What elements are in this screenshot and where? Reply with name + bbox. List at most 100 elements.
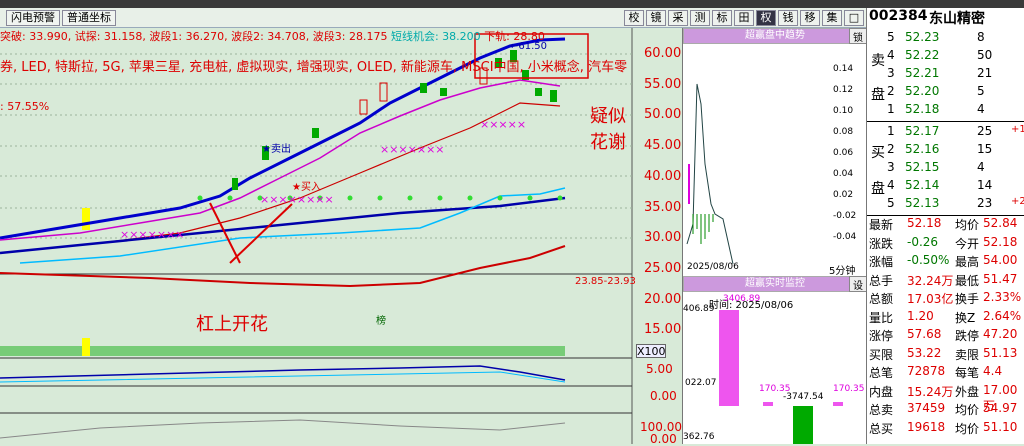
ask-row: 3 52.21 21 bbox=[867, 66, 1024, 84]
stat-label: 今开 bbox=[955, 236, 980, 251]
sub-axis-1: 5.00 bbox=[646, 362, 673, 376]
stat-value: 47.20 bbox=[983, 327, 1018, 341]
bid-price: 52.17 bbox=[905, 124, 940, 138]
price-tick: 25.00 bbox=[644, 260, 682, 276]
ask-volume: 50 bbox=[977, 48, 993, 62]
toolbar-tab-9[interactable]: 集 bbox=[822, 10, 842, 26]
toolbar-tab-0[interactable]: 校 bbox=[624, 10, 644, 26]
bid-change: +2 bbox=[1011, 196, 1024, 207]
ask-volume: 21 bbox=[977, 66, 993, 80]
buy-mark: ★买入 bbox=[292, 182, 321, 193]
stat-row: 总笔 72878 每笔 4.4 bbox=[867, 364, 1024, 382]
stat-value: 57.68 bbox=[907, 327, 942, 341]
trend-tick: -0.04 bbox=[833, 232, 857, 242]
toolbar-tab-2[interactable]: 采 bbox=[668, 10, 688, 26]
price-tick: 30.00 bbox=[644, 230, 682, 246]
toolbar-tab-5[interactable]: 田 bbox=[734, 10, 754, 26]
stat-value: 15.24万 bbox=[907, 384, 954, 399]
lock-button[interactable]: 锁 bbox=[849, 28, 867, 44]
coordinate-button[interactable]: 普通坐标 bbox=[62, 10, 116, 26]
stat-label: 跌停 bbox=[955, 329, 980, 343]
stat-value: 37459 bbox=[907, 401, 946, 415]
bid-price: 52.16 bbox=[905, 142, 940, 156]
stat-value: 2.64% bbox=[983, 308, 1022, 323]
ask-row: 1 52.18 4 bbox=[867, 102, 1024, 120]
svg-text:×××××××: ××××××× bbox=[380, 143, 445, 156]
suspected-wither-note: 疑似花谢 bbox=[590, 106, 626, 153]
stat-label: 卖限 bbox=[955, 347, 980, 362]
stat-label: 总买 bbox=[869, 421, 894, 436]
stat-value: -0.26 bbox=[907, 234, 939, 249]
ask-volume: 8 bbox=[977, 30, 985, 44]
settings-button[interactable]: 设 bbox=[849, 276, 867, 292]
trend-tick: 0.10 bbox=[833, 106, 854, 116]
stat-label: 涨跌 bbox=[869, 236, 894, 251]
sub-axis-2: 0.00 bbox=[650, 389, 677, 403]
ask-price: 52.21 bbox=[905, 66, 940, 80]
stat-row: 总额 17.03亿 换手 2.33% bbox=[867, 290, 1024, 308]
stat-label: 涨幅 bbox=[869, 255, 894, 269]
stat-label: 最低 bbox=[955, 273, 980, 288]
peak-price-label: ←61.50 bbox=[510, 41, 548, 52]
price-tick: 60.00 bbox=[644, 46, 682, 61]
toolbar-tab-7[interactable]: 钱 bbox=[778, 10, 798, 26]
toolbar-tab-6[interactable]: 权 bbox=[756, 10, 776, 26]
bid-volume: 4 bbox=[977, 160, 985, 174]
bid-level: 2 bbox=[887, 142, 895, 156]
stat-label: 均价 bbox=[955, 403, 980, 417]
cycle-label[interactable]: 5分钟 bbox=[829, 262, 855, 277]
ask-level: 2 bbox=[887, 84, 895, 98]
stat-row: 买限 53.22 卖限 51.13 bbox=[867, 346, 1024, 364]
bid-level: 3 bbox=[887, 160, 895, 174]
bid-volume: 23 bbox=[977, 196, 993, 210]
stat-value: 72878 bbox=[907, 364, 946, 378]
toolbar-tab-4[interactable]: 标 bbox=[712, 10, 732, 26]
stat-value: 51.47 bbox=[983, 271, 1018, 286]
stat-label: 内盘 bbox=[869, 384, 894, 399]
price-tick: 45.00 bbox=[644, 138, 682, 154]
intraday-trend-title: 超赢盘中趋势 bbox=[683, 28, 867, 44]
monitor-chart: 时间: 2025/08/06 406.89 3406.89 022.07 170.35… bbox=[683, 292, 867, 444]
bid-level: 1 bbox=[887, 124, 895, 138]
stat-value: 1.20 bbox=[907, 308, 934, 323]
monitor-value: -3747.54 bbox=[783, 392, 824, 402]
concept-list: 券, LED, 特斯拉, 5G, 苹果三星, 充电桩, 虚拟现实, 增强现实, … bbox=[0, 60, 628, 75]
range-label: 23.85-23.93 bbox=[575, 276, 636, 287]
toolbar-tab-8[interactable]: 移 bbox=[800, 10, 820, 26]
stat-row: 总买 19618 均价 51.10 bbox=[867, 420, 1024, 438]
stat-value: 51.13 bbox=[983, 345, 1018, 360]
trend-tick: 0.04 bbox=[833, 169, 854, 179]
chart-toolbar: 闪电预警 普通坐标 校镜采测标田权钱移集 □ bbox=[0, 8, 866, 28]
stat-row: 内盘 15.24万 外盘 17.00万 bbox=[867, 383, 1024, 413]
monitor-value: 170.35 bbox=[833, 384, 865, 394]
svg-text:××××××××: ×××××××× bbox=[260, 193, 334, 206]
volume-scale[interactable]: X100 bbox=[636, 344, 666, 358]
sell-mark: ★卖出 bbox=[262, 144, 291, 155]
stat-label: 均价 bbox=[955, 218, 980, 232]
sell-label-2: 盘 bbox=[871, 87, 885, 103]
price-tick: 15.00 bbox=[644, 322, 682, 338]
kline-chart[interactable]: ××××××× ×××××××× ××××××× ××××× 突破: 33.99… bbox=[0, 28, 682, 446]
price-tick: 55.00 bbox=[644, 76, 682, 92]
stat-value: 54.97 bbox=[983, 401, 1018, 415]
stat-label: 每笔 bbox=[955, 366, 980, 380]
toolbar-tab-10[interactable]: □ bbox=[844, 10, 864, 26]
stat-value: 53.22 bbox=[907, 345, 942, 360]
bid-volume: 25 bbox=[977, 124, 993, 138]
stat-label: 最新 bbox=[869, 218, 894, 232]
price-tick: 20.00 bbox=[644, 291, 682, 307]
indicator-values: 突破: 33.990, 试探: 31.158, 波段1: 36.270, 波段2… bbox=[0, 28, 640, 42]
bid-price: 52.15 bbox=[905, 160, 940, 174]
bid-row: 4 52.14 14 bbox=[867, 178, 1024, 196]
toolbar-tab-1[interactable]: 镜 bbox=[646, 10, 666, 26]
ask-volume: 5 bbox=[977, 84, 985, 98]
bid-row: 5 52.13 23 +2 bbox=[867, 196, 1024, 214]
ask-row: 4 52.22 50 bbox=[867, 48, 1024, 66]
stat-label: 总卖 bbox=[869, 403, 894, 417]
toolbar-tab-3[interactable]: 测 bbox=[690, 10, 710, 26]
stat-row: 最新 52.18 均价 52.84 bbox=[867, 216, 1024, 234]
flash-alert-button[interactable]: 闪电预警 bbox=[6, 10, 60, 26]
ask-price: 52.18 bbox=[905, 102, 940, 116]
price-tick: 50.00 bbox=[644, 107, 682, 123]
bid-row: 3 52.15 4 bbox=[867, 160, 1024, 178]
